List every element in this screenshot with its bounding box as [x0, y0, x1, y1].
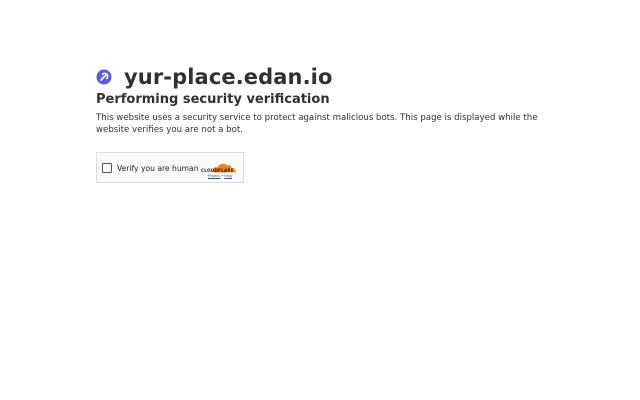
site-header: yur-place.edan.io	[96, 62, 332, 92]
site-favicon-icon	[96, 69, 112, 85]
verify-checkbox[interactable]	[102, 163, 112, 173]
verification-title: Performing security verification	[96, 92, 330, 107]
cloudflare-logo: CLOUDFLARE Privacy•Help	[201, 158, 239, 178]
cloudflare-links: Privacy•Help	[208, 174, 232, 178]
help-link[interactable]: Help	[224, 174, 232, 178]
page: yur-place.edan.io Performing security ve…	[0, 0, 640, 400]
cloudflare-wordmark: CLOUDFLARE	[201, 168, 234, 173]
site-name: yur-place.edan.io	[124, 65, 333, 89]
verify-label[interactable]: Verify you are human	[117, 163, 199, 174]
privacy-link[interactable]: Privacy	[208, 174, 220, 178]
verification-description: This website uses a security service to …	[96, 113, 538, 135]
turnstile-widget: Verify you are human CLOUDFLARE Privacy•…	[96, 152, 244, 183]
